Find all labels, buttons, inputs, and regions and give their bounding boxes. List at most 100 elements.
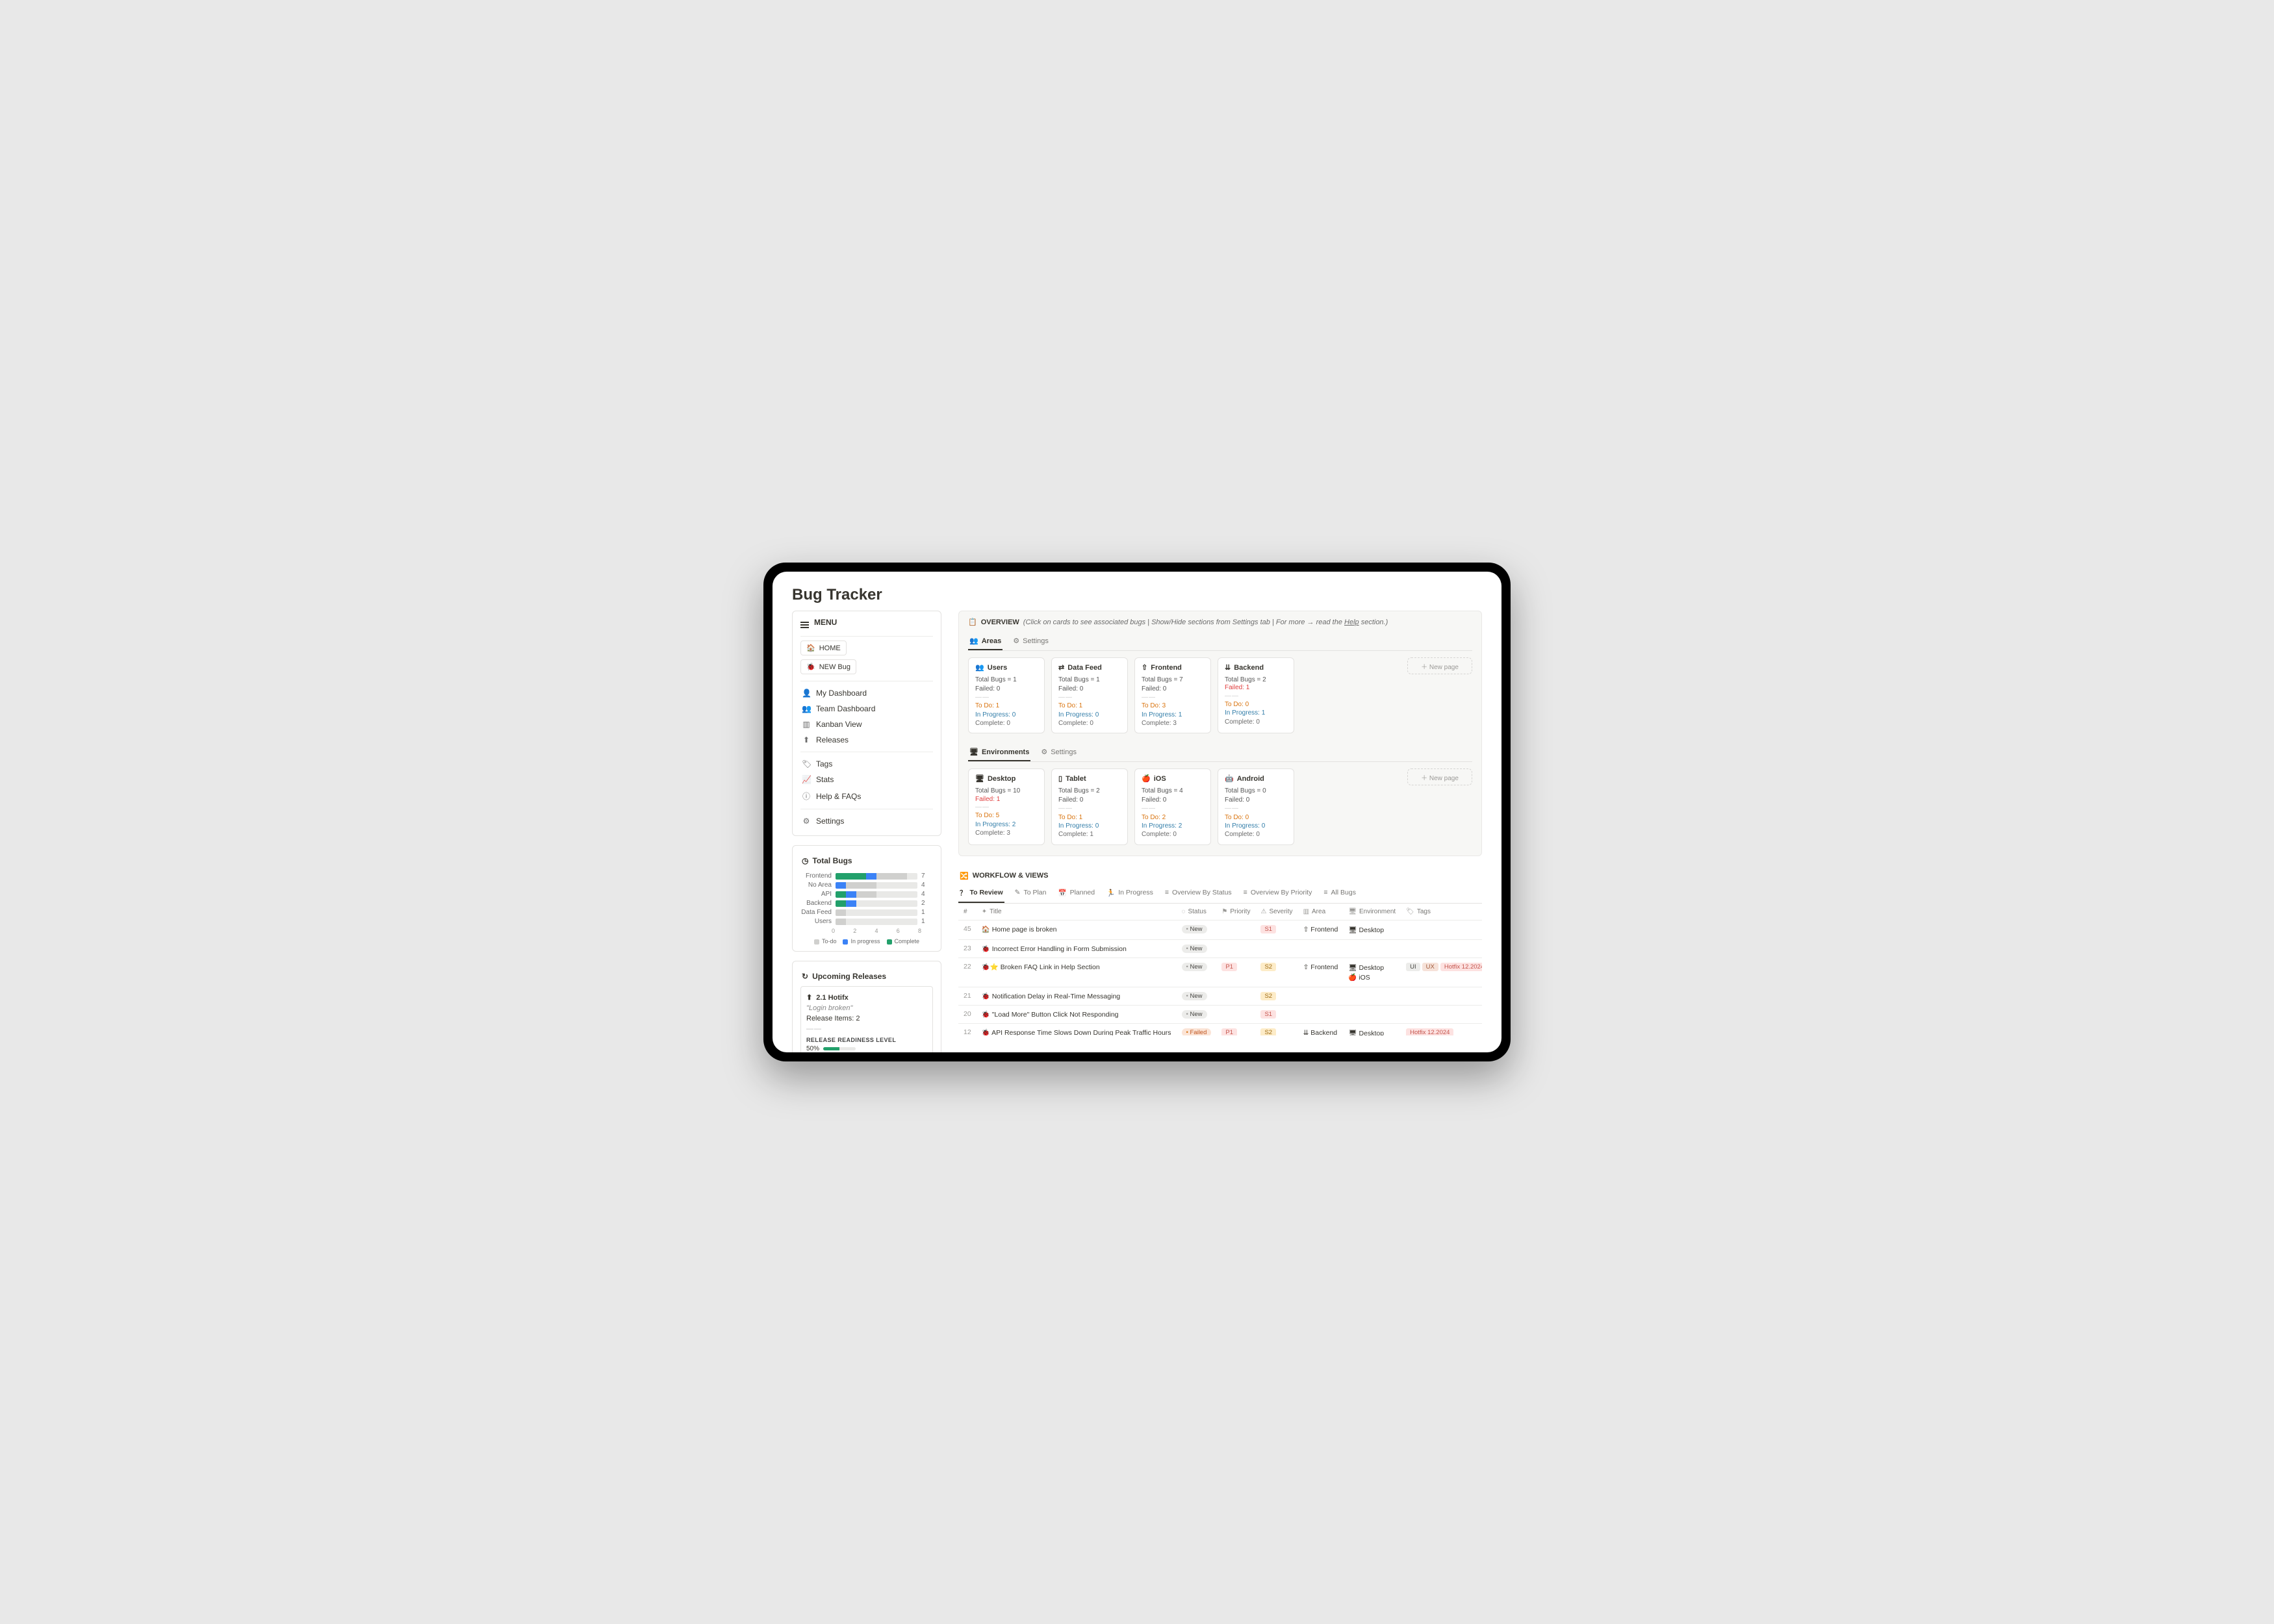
clock-icon: ◷ (802, 856, 808, 865)
areas-cards: 👥Users Total Bugs = 1 Failed: 0 —— To Do… (968, 657, 1472, 733)
card-total: Total Bugs = 1 (1058, 676, 1121, 684)
tab-environments[interactable]: 🖥Environments (968, 744, 1030, 761)
new-bug-button[interactable]: 🐞 NEW Bug (800, 659, 856, 674)
overview-card[interactable]: 👥Users Total Bugs = 1 Failed: 0 —— To Do… (968, 657, 1045, 733)
tag-badge: UI (1406, 963, 1420, 971)
card-todo: To Do: 1 (975, 702, 1038, 710)
view-tab[interactable]: 📅Planned (1057, 884, 1097, 903)
card-name: Data Feed (1067, 664, 1102, 672)
view-tab[interactable]: ≡All Bugs (1322, 884, 1357, 903)
nav-settings[interactable]: ⚙Settings (800, 813, 933, 829)
overview-card[interactable]: ▯Tablet Total Bugs = 2 Failed: 0 —— To D… (1051, 768, 1128, 844)
card-failed: Failed: 1 (1225, 684, 1287, 691)
col-tags[interactable]: 🏷Tags (1401, 904, 1482, 920)
view-label: In Progress (1118, 889, 1153, 896)
row-title: Notification Delay in Real-Time Messagin… (992, 993, 1120, 1000)
areas-tabs: 👥Areas ⚙Settings (968, 633, 1472, 651)
priority-badge: P1 (1221, 1028, 1237, 1036)
severity-badge: S1 (1260, 1010, 1276, 1019)
row-title-cell: 🐞 Notification Delay in Real-Time Messag… (977, 987, 1177, 1005)
release-title[interactable]: ⬆ 2.1 Hotifx (806, 992, 927, 1003)
tag-badge: UX (1422, 963, 1438, 971)
view-tab[interactable]: ≡Overview By Status (1164, 884, 1233, 903)
card-name: Frontend (1151, 664, 1182, 672)
board-icon: ▥ (802, 720, 811, 729)
chart-category: No Area (800, 882, 832, 889)
nav-team-dashboard[interactable]: 👥Team Dashboard (800, 701, 933, 717)
card-icon: 🍎 (1142, 774, 1151, 783)
release-icon: ⬆ (802, 735, 811, 744)
nav-my-dashboard[interactable]: 👤My Dashboard (800, 685, 933, 701)
env-cell: 🖥 Desktop🍎 iOS (1348, 963, 1396, 982)
home-label: HOME (819, 644, 841, 652)
chart-bar (836, 873, 917, 880)
legend-todo: To-do (814, 938, 837, 945)
main-column: 📋 OVERVIEW (Click on cards to see associ… (958, 611, 1482, 1035)
home-button[interactable]: 🏠 HOME (800, 641, 847, 655)
nav-tags[interactable]: 🏷Tags (800, 756, 933, 772)
view-tab[interactable]: 🏃In Progress (1105, 884, 1155, 903)
view-tab[interactable]: ✎To Plan (1014, 884, 1048, 903)
new-page-button[interactable]: ＋ New page (1407, 768, 1472, 785)
dash: —— (806, 1024, 927, 1034)
overview-card[interactable]: ⇧Frontend Total Bugs = 7 Failed: 0 —— To… (1134, 657, 1211, 733)
row-number: 20 (958, 1005, 977, 1023)
view-label: Overview By Status (1172, 889, 1232, 896)
col-area[interactable]: ▥Area (1298, 904, 1344, 920)
readiness-pct: 50% (806, 1045, 819, 1052)
new-page-button[interactable]: ＋ New page (1407, 657, 1472, 674)
overview-card[interactable]: ⇄Data Feed Total Bugs = 1 Failed: 0 —— T… (1051, 657, 1128, 733)
dash: —— (975, 693, 1038, 702)
col-env[interactable]: 🖥Environment (1343, 904, 1401, 920)
table-row[interactable]: 12 🐞 API Response Time Slows Down During… (958, 1023, 1482, 1035)
table-row[interactable]: 23 🐞 Incorrect Error Handling in Form Su… (958, 939, 1482, 958)
view-label: All Bugs (1331, 889, 1356, 896)
view-tab[interactable]: ≡Overview By Priority (1242, 884, 1314, 903)
nav-stats[interactable]: 📈Stats (800, 772, 933, 787)
col-priority[interactable]: ⚑Priority (1216, 904, 1255, 920)
card-total: Total Bugs = 4 (1142, 787, 1204, 795)
view-icon: ？ (960, 888, 967, 898)
dash: —— (1142, 804, 1204, 813)
overview-card[interactable]: 🍎iOS Total Bugs = 4 Failed: 0 —— To Do: … (1134, 768, 1211, 844)
card-name: Tablet (1066, 775, 1086, 783)
table-row[interactable]: 21 🐞 Notification Delay in Real-Time Mes… (958, 987, 1482, 1005)
col-num[interactable]: # (958, 904, 977, 920)
status-pill: New (1182, 925, 1207, 933)
view-label: Planned (1070, 889, 1095, 896)
card-complete: Complete: 3 (1142, 719, 1204, 728)
table-row[interactable]: 20 🐞 "Load More" Button Click Not Respon… (958, 1005, 1482, 1023)
overview-card[interactable]: 🖥Desktop Total Bugs = 10 Failed: 1 —— To… (968, 768, 1045, 844)
nav-kanban[interactable]: ▥Kanban View (800, 717, 933, 732)
page-title: Bug Tracker (773, 572, 1501, 611)
chart-axis: 0 2 4 6 8 (800, 928, 933, 934)
row-number: 21 (958, 987, 977, 1005)
col-status[interactable]: ◌Status (1177, 904, 1217, 920)
table-row[interactable]: 45 🏠 Home page is broken NewS1⇧ Frontend… (958, 920, 1482, 939)
help-link[interactable]: Help (1344, 618, 1359, 626)
view-tab[interactable]: ？To Review (958, 884, 1004, 903)
chart-total: 2 (921, 900, 933, 907)
menu-label: MENU (814, 618, 837, 627)
overview-card[interactable]: ⇊Backend Total Bugs = 2 Failed: 1 —— To … (1218, 657, 1294, 733)
total-bugs-label: Total Bugs (812, 856, 852, 865)
env-cards: 🖥Desktop Total Bugs = 10 Failed: 1 —— To… (968, 768, 1472, 844)
tab-settings-areas[interactable]: ⚙Settings (1012, 633, 1050, 650)
shuffle-icon: 🔀 (960, 872, 969, 880)
card-icon: ▯ (1058, 774, 1062, 783)
tab-areas[interactable]: 👥Areas (968, 633, 1003, 650)
table-row[interactable]: 22 🐞⭐ Broken FAQ Link in Help Section Ne… (958, 958, 1482, 987)
nav-help[interactable]: ⓘHelp & FAQs (800, 787, 933, 805)
col-severity[interactable]: ⚠Severity (1255, 904, 1297, 920)
chart-total: 1 (921, 909, 933, 916)
area-icon: ▥ (1303, 908, 1309, 915)
chart-row: API 4 (800, 891, 933, 898)
row-title: Broken FAQ Link in Help Section (1001, 963, 1100, 971)
nav-releases[interactable]: ⬆Releases (800, 732, 933, 748)
card-failed: Failed: 0 (1142, 684, 1204, 692)
overview-card[interactable]: 🤖Android Total Bugs = 0 Failed: 0 —— To … (1218, 768, 1294, 844)
tag-badge: Hotfix 12.2024 (1406, 1028, 1453, 1036)
tab-settings-env[interactable]: ⚙Settings (1040, 744, 1078, 761)
row-number: 45 (958, 920, 977, 939)
col-title[interactable]: ✦Title (977, 904, 1177, 920)
